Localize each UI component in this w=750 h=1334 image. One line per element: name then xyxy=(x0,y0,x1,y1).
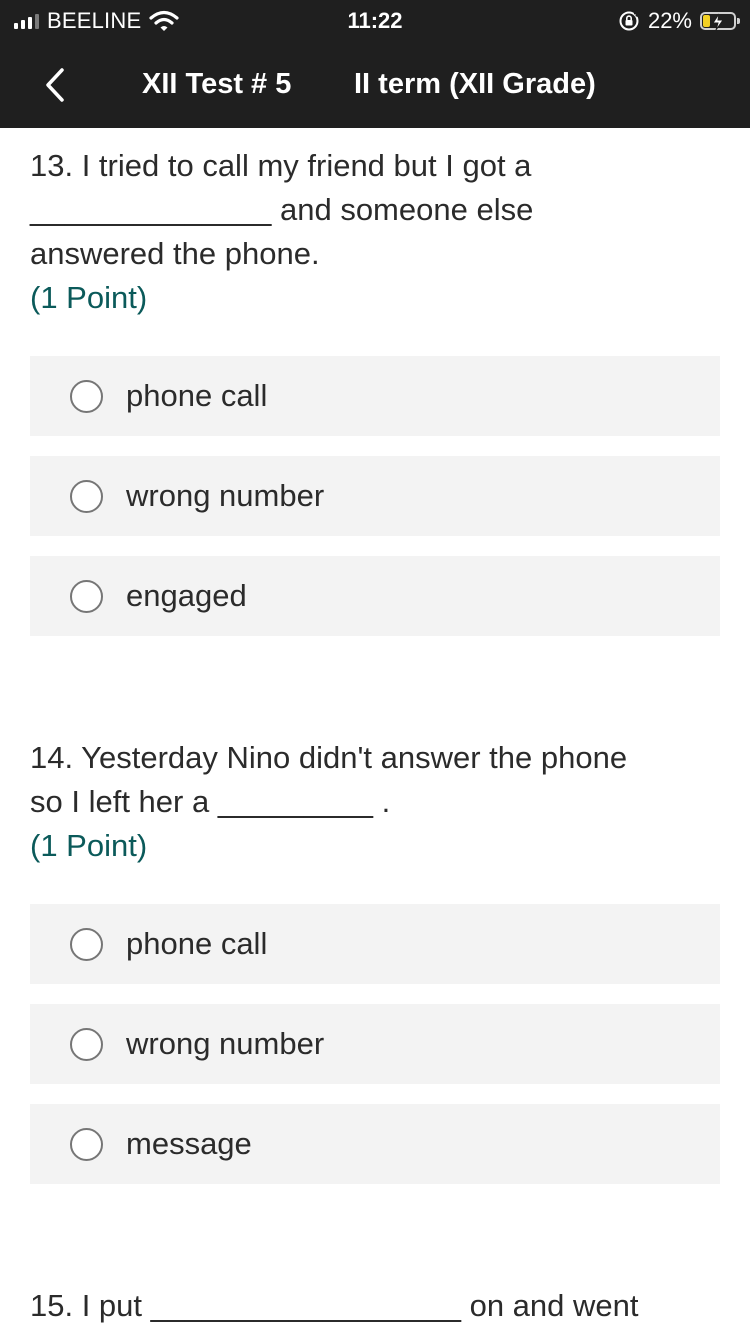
question-15: 15. I put __________________ on and went xyxy=(30,1284,720,1328)
option-wrong-number[interactable]: wrong number xyxy=(30,456,720,536)
radio-button[interactable] xyxy=(70,927,103,961)
option-message[interactable]: message xyxy=(30,1104,720,1184)
status-right-group: 22% xyxy=(618,6,740,36)
question-14: 14. Yesterday Nino didn't answer the pho… xyxy=(30,736,720,868)
option-label: engaged xyxy=(126,578,247,613)
question-points: (1 Point) xyxy=(30,828,148,863)
option-phone-call[interactable]: phone call xyxy=(30,904,720,984)
test-title: XII Test # 5 xyxy=(142,68,292,100)
nav-bar: XII Test # 5 II term (XII Grade) xyxy=(0,42,750,128)
question-text-line: answered the phone. xyxy=(30,236,320,271)
radio-button[interactable] xyxy=(70,479,103,513)
option-label: message xyxy=(126,1126,252,1161)
option-label: phone call xyxy=(126,926,268,961)
question-text-line: 15. I put __________________ on and went xyxy=(30,1288,639,1323)
status-bar: BEELINE 11:22 22% xyxy=(0,0,750,42)
option-wrong-number[interactable]: wrong number xyxy=(30,1004,720,1084)
question-text-line: ______________ and someone else xyxy=(30,192,534,227)
question-text-line: 13. I tried to call my friend but I got … xyxy=(30,148,532,183)
radio-button[interactable] xyxy=(70,1127,103,1161)
question-text-line: so I left her a _________ . xyxy=(30,784,391,819)
option-phone-call[interactable]: phone call xyxy=(30,356,720,436)
battery-level xyxy=(703,15,710,27)
app-header: BEELINE 11:22 22% XII Test # 5 II term (… xyxy=(0,0,750,128)
option-label: phone call xyxy=(126,378,268,413)
question-points: (1 Point) xyxy=(30,280,148,315)
radio-button[interactable] xyxy=(70,1027,103,1061)
test-subtitle: II term (XII Grade) xyxy=(354,68,596,100)
option-engaged[interactable]: engaged xyxy=(30,556,720,636)
question-text-line: 14. Yesterday Nino didn't answer the pho… xyxy=(30,740,628,775)
option-label: wrong number xyxy=(126,478,325,513)
radio-button[interactable] xyxy=(70,379,103,413)
question-13: 13. I tried to call my friend but I got … xyxy=(30,144,720,320)
orientation-lock-icon xyxy=(619,11,640,31)
battery-percent: 22% xyxy=(647,8,692,33)
back-button[interactable] xyxy=(30,60,80,110)
chevron-left-icon xyxy=(46,68,64,102)
option-label: wrong number xyxy=(126,1026,325,1061)
radio-button[interactable] xyxy=(70,579,103,613)
battery-charging-icon xyxy=(700,12,740,31)
